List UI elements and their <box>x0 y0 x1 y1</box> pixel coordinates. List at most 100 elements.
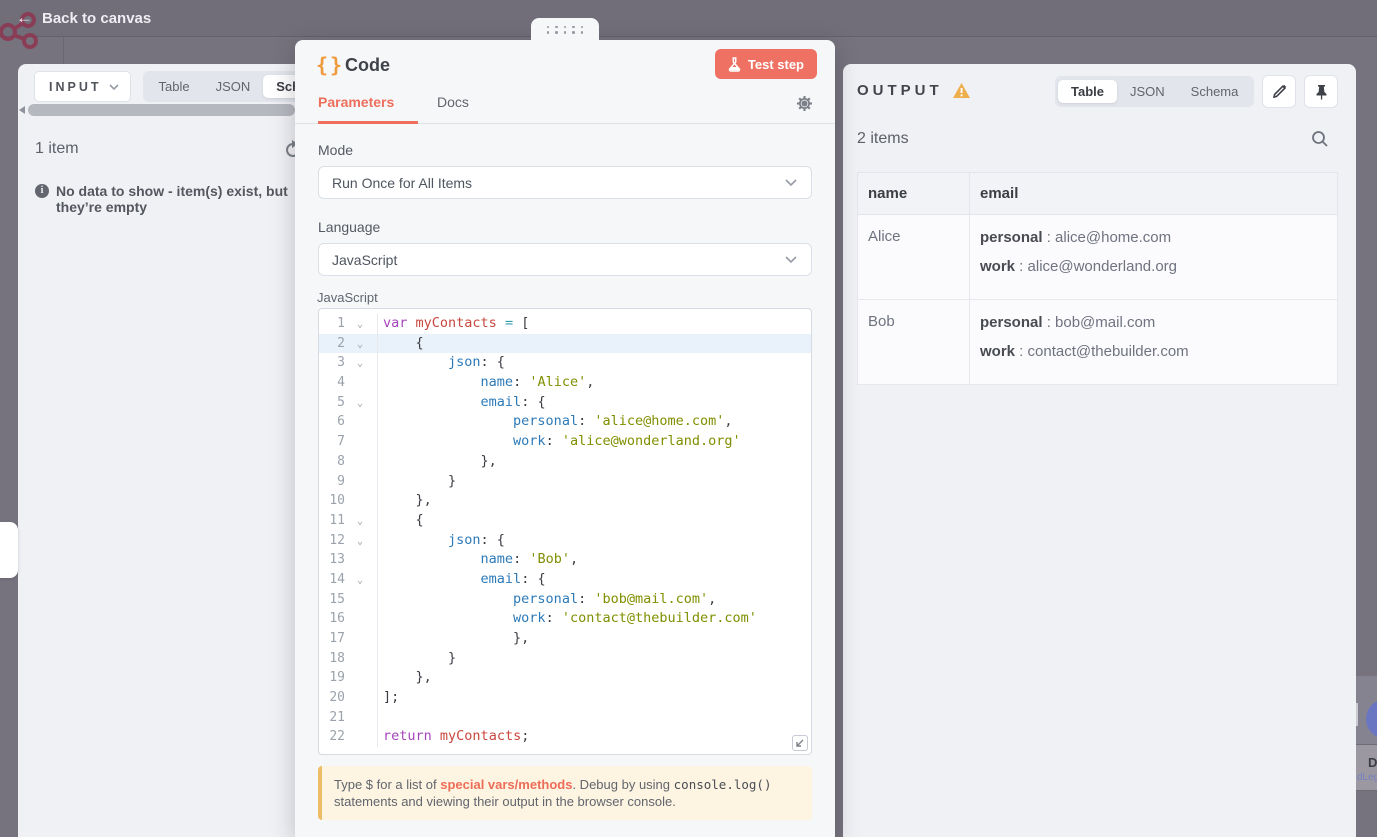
fold-chevron-icon[interactable]: ⌄ <box>357 393 377 413</box>
gear-icon[interactable] <box>796 95 813 112</box>
fold-placeholder <box>357 432 377 452</box>
fold-chevron-icon[interactable]: ⌄ <box>357 334 377 354</box>
fold-chevron-icon[interactable]: ⌄ <box>357 353 377 373</box>
line-number: 2 <box>337 335 345 351</box>
fold-placeholder <box>357 649 377 669</box>
line-number: 14 <box>329 571 345 587</box>
tab-parameters[interactable]: Parameters <box>318 94 418 124</box>
line-gutter: 20 <box>319 688 378 708</box>
code-line-3[interactable]: 3 ⌄ json: { <box>319 353 811 374</box>
resize-corner-icon[interactable] <box>792 735 808 751</box>
line-number: 11 <box>329 512 345 528</box>
code-line-13[interactable]: 13 name: 'Bob', <box>319 550 811 570</box>
cell-name: Alice <box>857 214 970 300</box>
back-to-canvas-button[interactable]: ← Back to canvas <box>16 8 151 28</box>
hint-code: console.log() <box>673 777 772 792</box>
chevron-down-icon <box>785 179 797 187</box>
flask-icon <box>728 56 741 72</box>
code-line-5[interactable]: 5 ⌄ email: { <box>319 392 811 413</box>
code-line-2[interactable]: 2 ⌄ { <box>319 333 811 354</box>
line-number: 21 <box>329 709 345 725</box>
fold-placeholder <box>357 452 377 472</box>
line-number: 22 <box>329 729 345 745</box>
output-tab-schema[interactable]: Schema <box>1178 80 1252 103</box>
edit-output-button[interactable] <box>1262 75 1296 108</box>
column-header-email[interactable]: email <box>969 172 1338 215</box>
output-tab-json[interactable]: JSON <box>1117 80 1178 103</box>
fold-placeholder <box>357 668 377 688</box>
output-tab-table[interactable]: Table <box>1058 80 1117 103</box>
code-line-12[interactable]: 12 ⌄ json: { <box>319 530 811 551</box>
line-number: 8 <box>337 453 345 469</box>
fold-chevron-icon[interactable]: ⌄ <box>357 531 377 551</box>
line-gutter: 21 <box>319 707 378 728</box>
tab-docs[interactable]: Docs <box>437 94 469 110</box>
fold-placeholder <box>357 609 377 629</box>
mode-select[interactable]: Run Once for All Items <box>318 166 812 199</box>
code-line-21[interactable]: 21 <box>319 707 811 728</box>
special-vars-link[interactable]: special vars/methods <box>440 777 572 792</box>
code-text: } <box>383 649 457 666</box>
fold-placeholder <box>357 472 377 492</box>
code-text: }, <box>383 492 432 509</box>
line-number: 1 <box>337 316 345 331</box>
input-selector-dropdown[interactable]: INPUT <box>34 71 131 102</box>
column-header-name[interactable]: name <box>857 172 970 215</box>
editor-hint-callout: Type $ for a list of special vars/method… <box>318 766 812 820</box>
fold-chevron-icon[interactable]: ⌄ <box>357 511 377 531</box>
output-items-count: 2 items <box>857 130 909 147</box>
line-number: 6 <box>337 414 345 430</box>
fold-placeholder <box>357 688 377 708</box>
input-empty-notice: i No data to show - item(s) exist, but t… <box>35 183 315 215</box>
chevron-down-icon <box>785 256 797 264</box>
code-line-17[interactable]: 17 }, <box>319 629 811 649</box>
fold-chevron-icon[interactable]: ⌄ <box>357 314 377 334</box>
language-select[interactable]: JavaScript <box>318 243 812 276</box>
code-text: ]; <box>383 689 400 706</box>
line-gutter: 12 ⌄ <box>319 530 378 551</box>
code-line-11[interactable]: 11 ⌄ { <box>319 510 811 531</box>
line-number: 20 <box>329 690 345 706</box>
code-line-14[interactable]: 14 ⌄ email: { <box>319 569 811 590</box>
fold-placeholder <box>357 412 377 432</box>
line-number: 17 <box>329 631 345 646</box>
line-number: 18 <box>329 650 345 666</box>
discord-node-icon <box>1366 699 1377 739</box>
search-icon[interactable] <box>1311 130 1329 148</box>
input-horizontal-scrollbar[interactable] <box>18 103 308 117</box>
code-editor[interactable]: 1 ⌄ var myContacts = [2 ⌄ {3 ⌄ json: {4 name… <box>318 308 812 755</box>
pin-data-button[interactable] <box>1304 75 1338 108</box>
table-row[interactable]: Alice personal : alice@home.com work : ali… <box>857 214 1338 300</box>
email-work: work : alice@wonderland.org <box>980 258 1177 275</box>
code-line-1[interactable]: 1 ⌄ var myContacts = [ <box>319 314 811 334</box>
modal-drag-handle[interactable] <box>531 18 599 41</box>
fold-chevron-icon[interactable]: ⌄ <box>357 570 377 590</box>
code-line-18[interactable]: 18 } <box>319 648 811 669</box>
code-line-7[interactable]: 7 work: 'alice@wonderland.org' <box>319 432 811 452</box>
code-line-6[interactable]: 6 personal: 'alice@home.com', <box>319 412 811 433</box>
table-row[interactable]: Bob personal : bob@mail.com work : contact… <box>857 299 1338 385</box>
test-step-label: Test step <box>747 56 804 72</box>
test-step-button[interactable]: Test step <box>714 49 817 79</box>
input-tab-json[interactable]: JSON <box>203 75 264 98</box>
empty-notice-line1: No data to show - item(s) exist, but <box>56 183 288 199</box>
line-number: 5 <box>337 394 345 410</box>
code-line-4[interactable]: 4 name: 'Alice', <box>319 373 811 393</box>
code-line-19[interactable]: 19 }, <box>319 668 811 689</box>
code-line-16[interactable]: 16 work: 'contact@thebuilder.com' <box>319 609 811 629</box>
back-to-canvas-label: Back to canvas <box>42 9 152 27</box>
hint-suffix: statements and viewing their output in t… <box>334 794 676 809</box>
code-line-20[interactable]: 20]; <box>319 688 811 708</box>
code-line-8[interactable]: 8 }, <box>319 451 811 472</box>
chevron-down-icon <box>108 83 119 90</box>
input-tab-table[interactable]: Table <box>146 75 203 98</box>
code-line-22[interactable]: 22 return myContacts; <box>319 727 811 748</box>
background-node-card-label: Dis dLega <box>1356 745 1377 791</box>
code-line-10[interactable]: 10 }, <box>319 491 811 511</box>
code-line-15[interactable]: 15 personal: 'bob@mail.com', <box>319 589 811 610</box>
line-gutter: 6 <box>319 412 378 433</box>
code-line-9[interactable]: 9 } <box>319 471 811 492</box>
left-edge-handle[interactable] <box>0 522 18 578</box>
line-gutter: 9 <box>319 471 378 492</box>
scrollbar-thumb[interactable] <box>28 104 295 116</box>
